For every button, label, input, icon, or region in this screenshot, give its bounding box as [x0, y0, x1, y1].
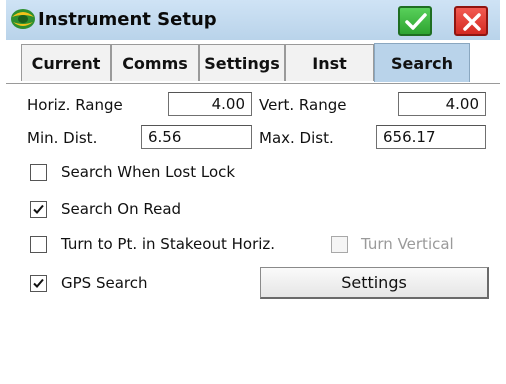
title-bar: Instrument Setup	[6, 0, 500, 40]
max-dist-label: Max. Dist.	[259, 129, 334, 147]
horiz-range-label: Horiz. Range	[27, 96, 123, 114]
turn-vertical-label: Turn Vertical	[361, 235, 454, 253]
max-dist-input[interactable]: 656.17	[376, 125, 486, 149]
tab-search[interactable]: Search	[374, 43, 470, 82]
ok-button[interactable]	[398, 6, 432, 36]
min-dist-label: Min. Dist.	[27, 129, 98, 147]
cancel-button[interactable]	[454, 6, 488, 36]
search-when-lost-lock-checkbox[interactable]	[30, 164, 47, 181]
vert-range-input[interactable]: 4.00	[398, 92, 486, 116]
tab-settings[interactable]: Settings	[199, 44, 285, 81]
gps-settings-button[interactable]: Settings	[260, 267, 489, 299]
horiz-range-input[interactable]: 4.00	[168, 92, 252, 116]
instrument-logo-icon	[10, 5, 36, 31]
gps-search-label: GPS Search	[61, 274, 148, 292]
tab-comms[interactable]: Comms	[111, 44, 199, 81]
turn-to-pt-stakeout-horiz-checkbox[interactable]	[30, 236, 47, 253]
tab-inst[interactable]: Inst	[285, 44, 374, 81]
min-dist-input[interactable]: 6.56	[141, 125, 252, 149]
checkmark-icon	[33, 278, 44, 288]
checkmark-icon	[33, 204, 44, 214]
turn-vertical-checkbox[interactable]	[331, 236, 348, 253]
window-title: Instrument Setup	[38, 9, 217, 30]
vert-range-label: Vert. Range	[259, 96, 347, 114]
search-when-lost-lock-label: Search When Lost Lock	[61, 163, 236, 181]
search-on-read-checkbox[interactable]	[30, 201, 47, 218]
search-on-read-label: Search On Read	[61, 200, 182, 218]
tab-current[interactable]: Current	[21, 44, 111, 81]
tab-bar: Current Comms Settings Inst Search	[6, 43, 500, 83]
search-panel: Horiz. Range 4.00 Vert. Range 4.00 Min. …	[6, 83, 500, 378]
gps-search-checkbox[interactable]	[30, 275, 47, 292]
checkmark-icon	[405, 13, 427, 30]
close-x-icon	[463, 13, 481, 31]
turn-to-pt-stakeout-horiz-label: Turn to Pt. in Stakeout Horiz.	[61, 235, 276, 253]
